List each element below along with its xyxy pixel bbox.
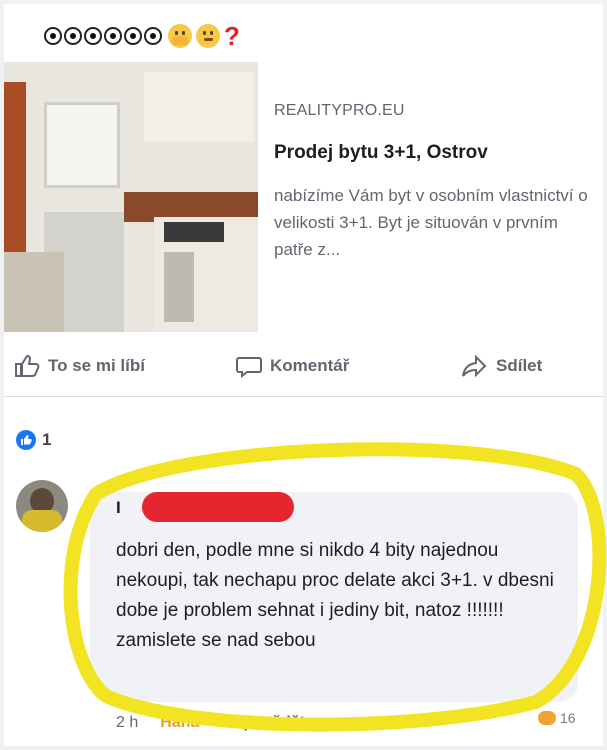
- preview-title[interactable]: Prodej bytu 3+1, Ostrov: [274, 142, 594, 164]
- share-label: Sdílet: [496, 356, 543, 375]
- comment-text: dobri den, podle mne si nikdo 4 bity naj…: [116, 540, 554, 651]
- reaction-summary[interactable]: 1: [16, 430, 51, 450]
- eye-emoji-icon: [124, 27, 142, 45]
- like-button[interactable]: To se mi líbí: [14, 354, 145, 378]
- eye-emoji-icon: [144, 27, 162, 45]
- comment-label: Komentář: [270, 356, 350, 375]
- post-action-bar: To se mi líbí Komentář Sdílet: [4, 340, 603, 397]
- author-name-redaction: [142, 492, 294, 522]
- preview-image-kitchen: [4, 62, 258, 332]
- thumbs-up-icon: [15, 354, 40, 377]
- comment-button[interactable]: Komentář: [236, 354, 349, 378]
- link-preview[interactable]: REALITYPRO.EU Prodej bytu 3+1, Ostrov na…: [4, 62, 603, 332]
- reaction-count: 1: [42, 430, 52, 449]
- post-header-emojis: ?: [44, 16, 240, 56]
- eye-emoji-icon: [84, 27, 102, 45]
- facebook-post: ? REALITYPRO.EU Prodej bytu 3+1, Ostrov …: [4, 4, 607, 746]
- like-reaction-icon: [16, 430, 36, 450]
- comment-meta: 2 h Haha Odpovědět: [116, 714, 305, 732]
- share-button[interactable]: Sdílet: [460, 354, 542, 378]
- preview-description: nabízíme Vám byt v osobním vlastnictví o…: [274, 186, 588, 259]
- comment-timestamp[interactable]: 2 h: [116, 714, 138, 732]
- haha-reaction-link[interactable]: Haha: [160, 714, 199, 732]
- like-label: To se mi líbí: [48, 356, 145, 375]
- eye-emoji-icon: [44, 27, 62, 45]
- preview-source: REALITYPRO.EU: [274, 102, 405, 119]
- reply-link[interactable]: Odpovědět: [221, 714, 305, 732]
- commenter-avatar[interactable]: [16, 480, 68, 532]
- question-mark: ?: [224, 21, 240, 51]
- comment-bubble: I dobri den, podle mne si nikdo 4 bity n…: [90, 492, 578, 702]
- eye-emoji-icon: [64, 27, 82, 45]
- hand-over-mouth-emoji-icon: [168, 24, 192, 48]
- comment-bubble-icon: [236, 357, 262, 378]
- comment-author[interactable]: I: [116, 498, 121, 518]
- thinking-emoji-icon: [196, 24, 220, 48]
- share-arrow-icon: [462, 354, 487, 378]
- comment-reaction-count[interactable]: 16: [538, 710, 576, 726]
- haha-reaction-icon: [538, 711, 556, 725]
- eye-emoji-icon: [104, 27, 122, 45]
